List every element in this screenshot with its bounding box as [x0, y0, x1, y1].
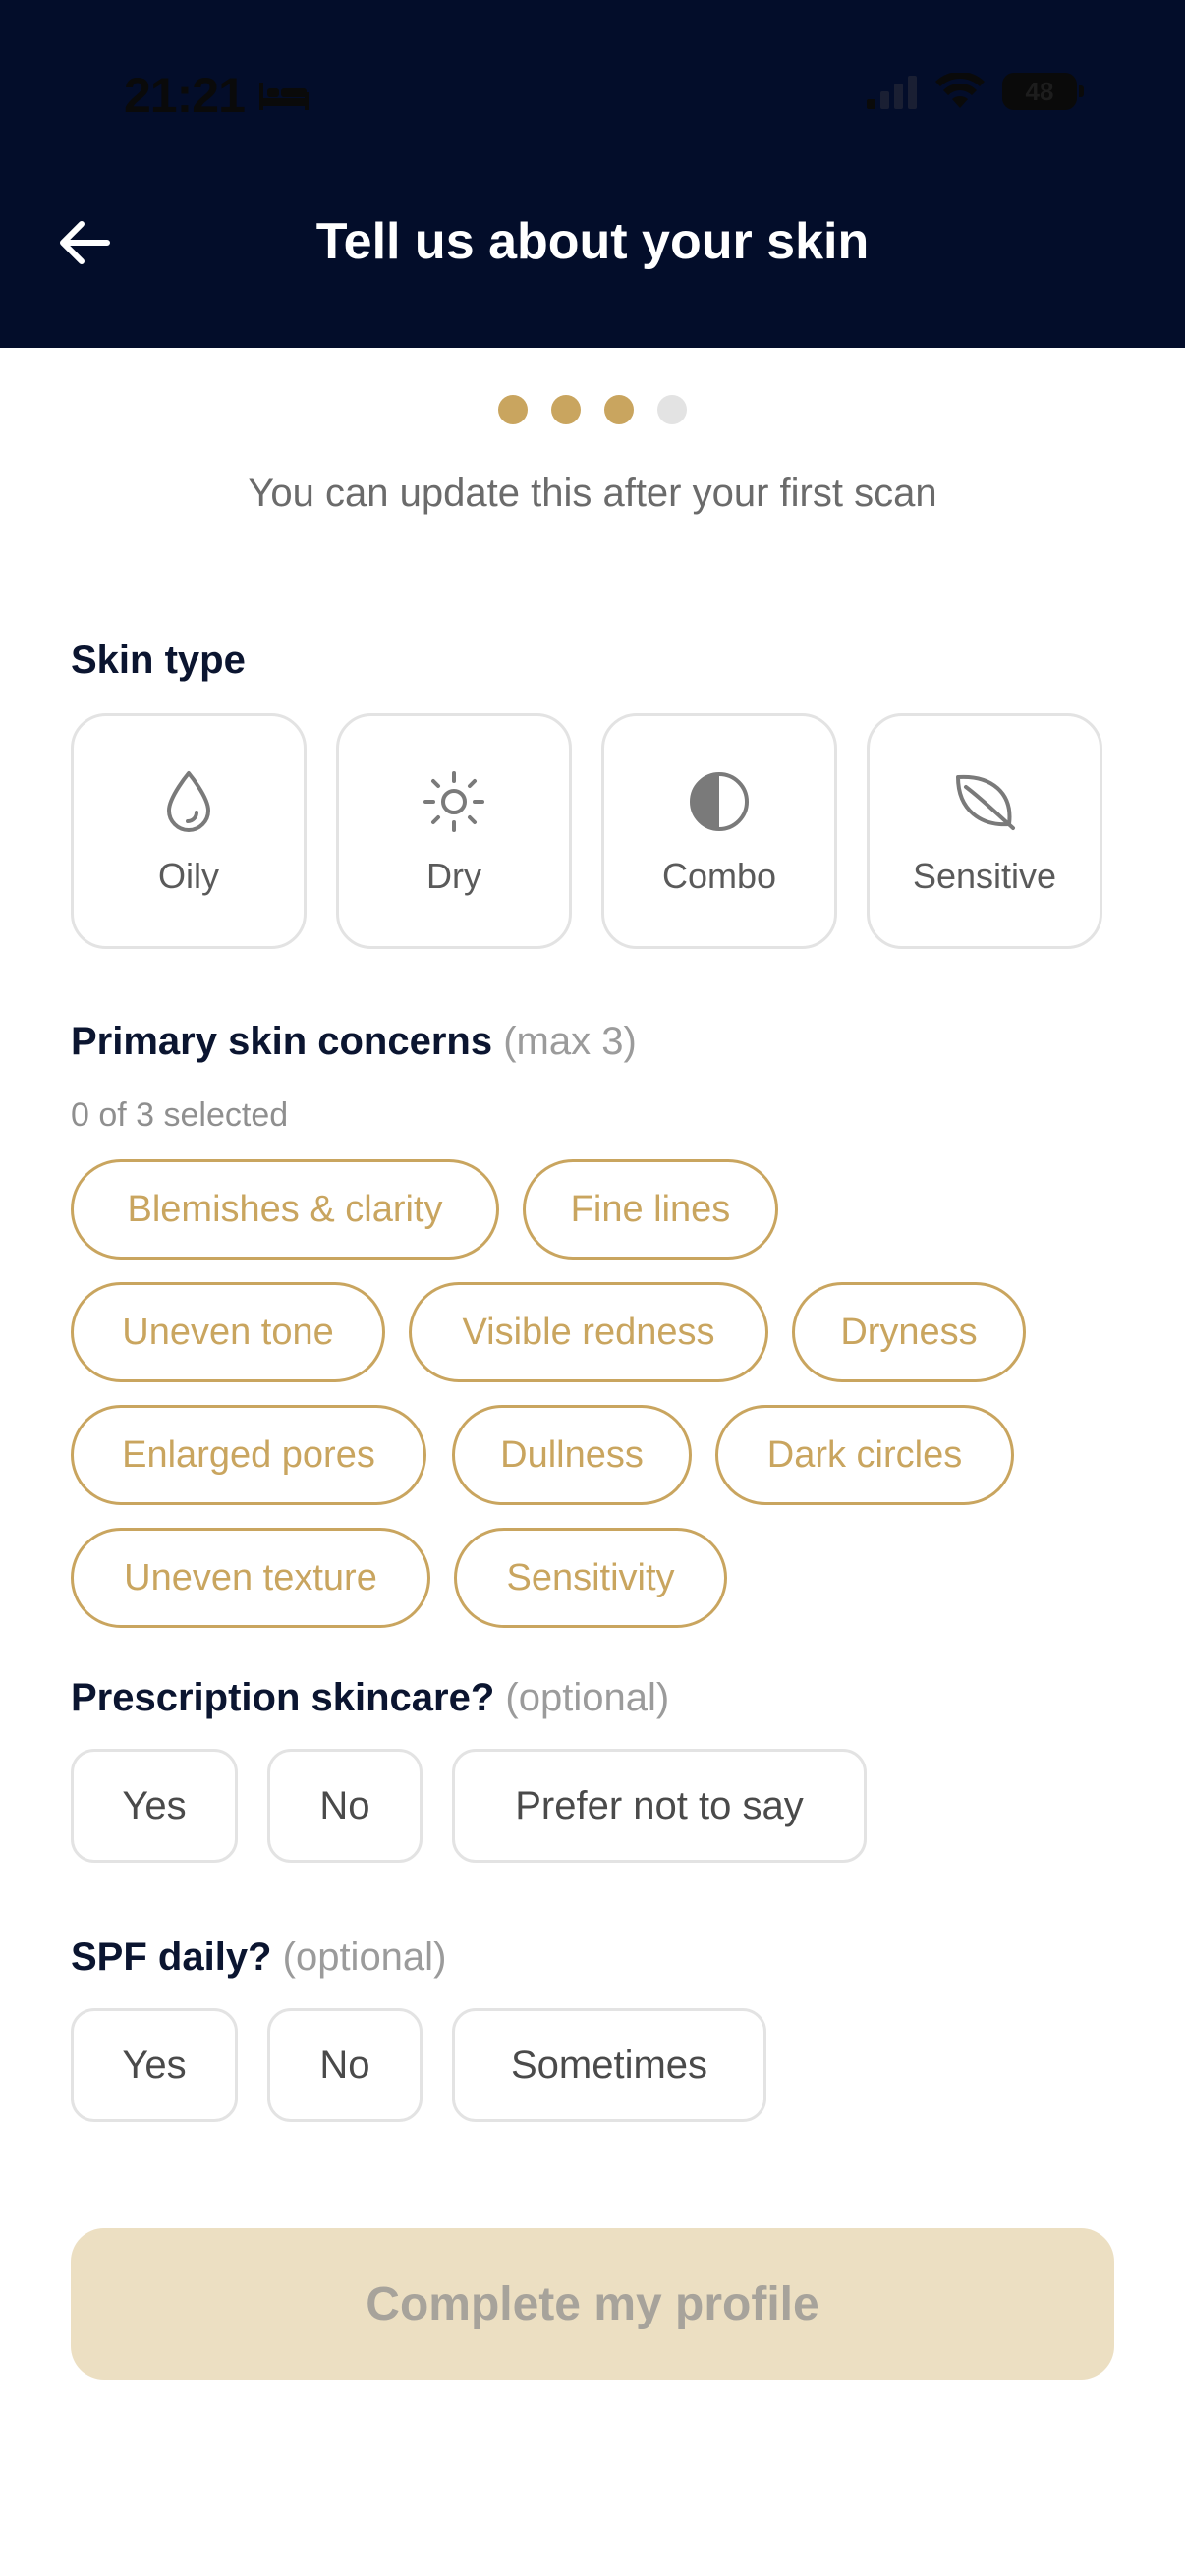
progress-dot	[604, 395, 634, 424]
skin-type-combo[interactable]: Combo	[601, 713, 837, 949]
concerns-hint: (max 3)	[503, 1020, 637, 1063]
selected-count: 0 of 3 selected	[71, 1096, 289, 1134]
prescription-label: Prescription skincare? (optional)	[71, 1676, 669, 1720]
spf-label: SPF daily? (optional)	[71, 1935, 446, 1980]
half-circle-icon	[685, 767, 754, 836]
progress-dot	[551, 395, 581, 424]
spf-title: SPF daily?	[71, 1935, 272, 1979]
concern-chip[interactable]: Blemishes & clarity	[71, 1159, 499, 1260]
spf-no-button[interactable]: No	[267, 2008, 423, 2122]
skin-type-label: Skin type	[71, 639, 246, 682]
progress-dot	[657, 395, 687, 424]
spf-sometimes-button[interactable]: Sometimes	[452, 2008, 766, 2122]
concerns-label: Primary skin concerns (max 3)	[71, 1020, 637, 1064]
progress-dots	[0, 395, 1185, 424]
spf-yes-button[interactable]: Yes	[71, 2008, 238, 2122]
skin-type-label-text: Oily	[158, 856, 219, 896]
prescription-title: Prescription skincare?	[71, 1676, 495, 1719]
battery-level: 48	[1025, 76, 1054, 106]
prescription-prefer-not-button[interactable]: Prefer not to say	[452, 1749, 867, 1863]
app-header: 21:21 48 Tell us about your skin	[0, 0, 1185, 348]
skin-type-label-text: Dry	[426, 856, 481, 896]
spf-hint: (optional)	[282, 1935, 447, 1979]
concern-chip[interactable]: Uneven texture	[71, 1528, 430, 1628]
concern-chip[interactable]: Fine lines	[523, 1159, 778, 1260]
progress-dot	[498, 395, 528, 424]
skin-type-dry[interactable]: Dry	[336, 713, 572, 949]
skin-type-label-text: Combo	[661, 856, 777, 896]
battery-icon: 48	[1002, 73, 1084, 110]
status-right: 48	[865, 73, 1084, 110]
concern-chip[interactable]: Dryness	[792, 1282, 1026, 1382]
prescription-hint: (optional)	[505, 1676, 670, 1719]
droplet-icon	[154, 767, 223, 836]
concerns-title: Primary skin concerns	[71, 1020, 493, 1063]
concern-chip[interactable]: Uneven tone	[71, 1282, 385, 1382]
prescription-yes-button[interactable]: Yes	[71, 1749, 238, 1863]
concern-chip[interactable]: Enlarged pores	[71, 1405, 426, 1505]
wifi-icon	[935, 73, 985, 108]
subtitle: You can update this after your first sca…	[248, 472, 937, 515]
page-title: Tell us about your skin	[315, 213, 870, 270]
leaf-icon	[950, 767, 1019, 836]
skin-type-label-text: Sensitive	[912, 856, 1057, 896]
complete-profile-button[interactable]: Complete my profile	[71, 2228, 1114, 2380]
concern-chip[interactable]: Dullness	[452, 1405, 692, 1505]
skin-type-oily[interactable]: Oily	[71, 713, 307, 949]
concern-chip[interactable]: Sensitivity	[454, 1528, 727, 1628]
status-time: 21:21	[124, 68, 246, 123]
sun-icon	[420, 767, 488, 836]
signal-icon	[867, 76, 917, 109]
concern-chip[interactable]: Visible redness	[409, 1282, 768, 1382]
bed-icon	[259, 83, 309, 110]
concern-chip[interactable]: Dark circles	[715, 1405, 1014, 1505]
skin-type-sensitive[interactable]: Sensitive	[867, 713, 1102, 949]
prescription-no-button[interactable]: No	[267, 1749, 423, 1863]
